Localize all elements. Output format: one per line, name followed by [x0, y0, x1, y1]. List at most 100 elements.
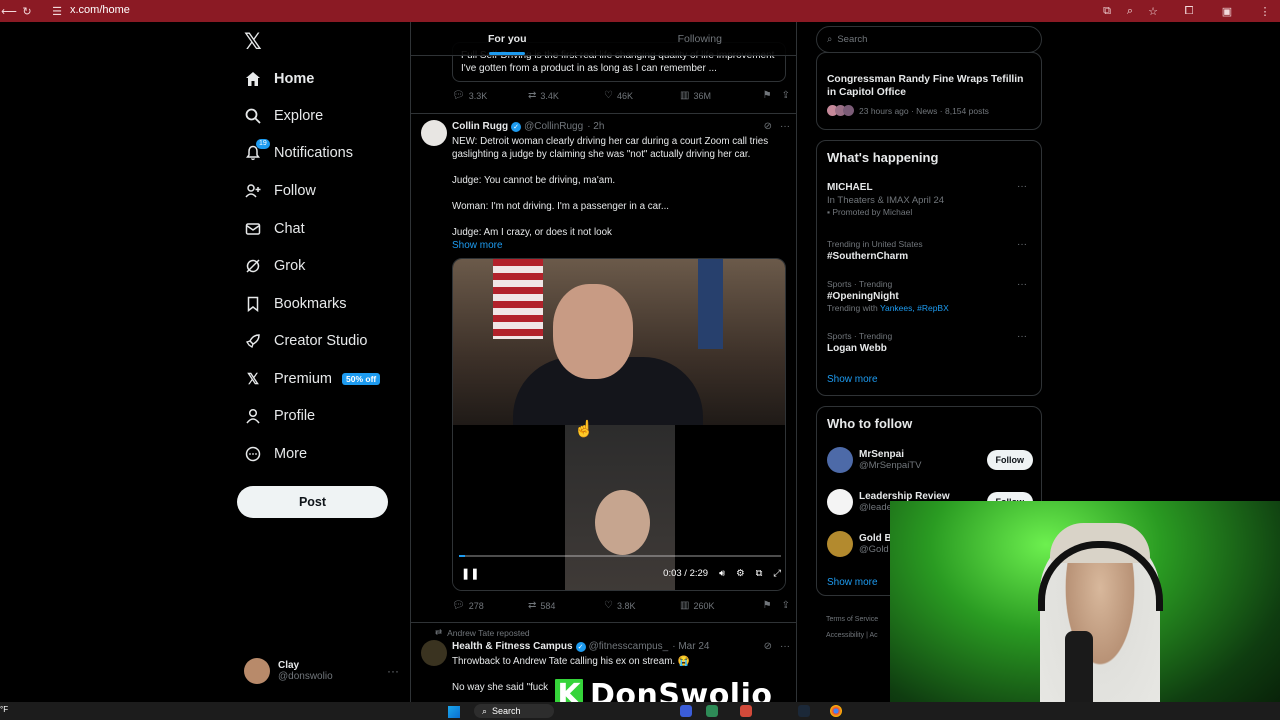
reply-button[interactable]: 💬︎ 278 — [452, 600, 528, 611]
post-button[interactable]: Post — [237, 486, 388, 518]
tweet-actions: 💬︎ 3.3K ⇄ 3.4K ♡ 46K ▥ 36M ⚑ ⇪ — [452, 90, 790, 101]
grok-icon[interactable]: ⊘ — [764, 121, 772, 132]
tweet-time[interactable]: · 2h — [587, 121, 604, 132]
section-title: What's happening — [827, 150, 939, 165]
author-name[interactable]: Health & Fitness Campus — [452, 641, 573, 652]
follow-button[interactable]: Follow — [986, 450, 1033, 470]
repost-button[interactable]: ⇄ 584 — [528, 600, 604, 611]
trend-item[interactable]: Sports · Trending Logan Webb ··· — [827, 331, 1033, 355]
left-sidebar: 𝕏 Home Explore 19 Notifications Follow C… — [236, 22, 406, 720]
grok-icon[interactable]: ⊘ — [764, 641, 772, 652]
picture-in-picture-icon[interactable]: ⧉ — [756, 568, 763, 579]
section-title: Who to follow — [827, 416, 913, 431]
show-more-link[interactable]: Show more — [827, 577, 878, 588]
reload-icon[interactable]: ↻ — [20, 4, 34, 18]
views-button[interactable]: ▥ 260K — [680, 600, 756, 611]
video-progress-fill — [459, 555, 466, 557]
suggested-user[interactable]: MrSenpai @MrSenpaiTV Follow — [827, 447, 1033, 473]
avatar[interactable] — [421, 640, 447, 666]
avatar[interactable] — [421, 120, 447, 146]
site-settings-icon[interactable]: ☰ — [50, 4, 64, 18]
windows-start-icon[interactable] — [448, 706, 460, 718]
more-circle-icon — [244, 445, 262, 463]
trend-item[interactable]: Trending in United States #SouthernCharm… — [827, 239, 1033, 263]
promoted-label: ▪ Promoted by Michael — [827, 207, 913, 217]
search-icon: ⌕ — [482, 705, 488, 716]
show-more-link[interactable]: Show more — [827, 374, 878, 385]
zoom-icon[interactable]: ⌕ — [1123, 4, 1137, 18]
more-dots-icon[interactable]: ··· — [780, 641, 790, 652]
news-title: Congressman Randy Fine Wraps Tefillin in… — [827, 74, 1024, 98]
timeline: For you Following Full Self-Driving is t… — [410, 22, 797, 720]
repost-button[interactable]: ⇄ 3.4K — [528, 90, 604, 101]
repost-icon: ⇄ — [528, 600, 537, 611]
fullscreen-icon[interactable]: ⤢ — [773, 568, 781, 579]
video-controls: ❚❚ 0:03 / 2:29 🔊︎ ⚙ ⧉ ⤢ — [461, 567, 781, 580]
nav-home[interactable]: Home — [244, 67, 314, 91]
account-switcher[interactable]: Clay @donswolio ··· — [244, 658, 399, 684]
app-icon[interactable] — [706, 705, 718, 717]
video-player[interactable]: ❚❚ 0:03 / 2:29 🔊︎ ⚙ ⧉ ⤢ — [452, 258, 786, 591]
author-name[interactable]: Collin Rugg — [452, 121, 508, 132]
more-dots-icon[interactable]: ··· — [1017, 331, 1027, 342]
author-handle[interactable]: @fitnesscampus_ — [589, 641, 669, 652]
app-icon[interactable] — [680, 705, 692, 717]
avatar — [244, 658, 270, 684]
author-handle[interactable]: @CollinRugg — [524, 121, 583, 132]
settings-icon[interactable]: ⚙ — [736, 568, 745, 579]
more-dots-icon[interactable]: ··· — [780, 121, 790, 132]
person-icon — [244, 407, 262, 425]
more-dots-icon[interactable]: ··· — [1017, 181, 1027, 192]
show-more-link[interactable]: Show more — [452, 239, 786, 252]
taskbar-search[interactable]: ⌕ Search — [474, 704, 554, 718]
video-progress-bar[interactable] — [459, 555, 781, 557]
nav-grok[interactable]: Grok — [244, 254, 305, 278]
bookmark-icon[interactable]: ⚑ — [763, 600, 772, 611]
like-button[interactable]: ♡ 46K — [604, 90, 680, 101]
x-logo-icon[interactable]: 𝕏 — [244, 30, 262, 55]
nav-premium[interactable]: 𝕏 Premium 50% off — [244, 367, 381, 391]
more-dots-icon[interactable]: ··· — [1017, 239, 1027, 250]
more-dots-icon[interactable]: ··· — [387, 664, 399, 678]
repost-indicator[interactable]: ⇄ Andrew Tate reposted — [435, 627, 530, 638]
trend-item[interactable]: Sports · Trending #OpeningNight Trending… — [827, 279, 1033, 314]
bookmark-icon[interactable]: ⚑ — [763, 90, 772, 101]
news-panel[interactable]: Congressman Randy Fine Wraps Tefillin in… — [816, 52, 1042, 130]
menu-icon[interactable]: ⋮ — [1258, 4, 1272, 18]
volume-icon[interactable]: 🔊︎ — [719, 568, 725, 579]
steam-icon[interactable] — [798, 705, 810, 717]
nav-creator-studio[interactable]: Creator Studio — [244, 329, 368, 353]
bookmark-star-icon[interactable]: ☆ — [1146, 4, 1160, 18]
nav-explore[interactable]: Explore — [244, 104, 323, 128]
driver-face — [595, 490, 650, 555]
tab-following[interactable]: Following — [604, 22, 797, 55]
nav-follow[interactable]: Follow — [244, 179, 316, 203]
reply-button[interactable]: 💬︎ 3.3K — [452, 90, 528, 101]
share-icon[interactable]: ⇪ — [782, 90, 790, 101]
sidepanel-icon[interactable]: ▣ — [1220, 4, 1234, 18]
like-button[interactable]: ♡ 3.8K — [604, 600, 680, 611]
more-dots-icon[interactable]: ··· — [1017, 279, 1027, 290]
search-input[interactable]: ⌕ Search — [816, 26, 1042, 53]
nav-notifications[interactable]: 19 Notifications — [244, 139, 353, 165]
trend-item[interactable]: MICHAEL In Theaters & IMAX April 24 ▪ Pr… — [827, 181, 1033, 218]
share-icon[interactable]: ⇪ — [782, 600, 790, 611]
nav-chat[interactable]: Chat — [244, 217, 305, 241]
address-bar[interactable]: x.com/home — [70, 4, 130, 16]
tab-for-you[interactable]: For you — [411, 22, 604, 55]
nav-more[interactable]: More — [244, 442, 307, 466]
nav-profile[interactable]: Profile — [244, 404, 315, 428]
video-frame-judge — [453, 259, 785, 427]
nav-bookmarks[interactable]: Bookmarks — [244, 292, 347, 316]
reply-icon: 💬︎ — [452, 600, 465, 611]
back-icon[interactable]: ⟵ — [1, 4, 17, 18]
app-icon[interactable] — [740, 705, 752, 717]
tweet-header: Health & Fitness Campus ✓ @fitnesscampus… — [452, 641, 790, 652]
views-button[interactable]: ▥ 36M — [680, 90, 756, 101]
install-icon[interactable]: ⧉ — [1100, 4, 1114, 18]
pause-icon[interactable]: ❚❚ — [461, 567, 479, 580]
chrome-icon[interactable] — [830, 705, 842, 717]
extensions-icon[interactable]: ⧠ — [1182, 4, 1196, 18]
weather-widget[interactable]: °F — [0, 705, 8, 714]
tweet-time[interactable]: · Mar 24 — [672, 641, 709, 652]
